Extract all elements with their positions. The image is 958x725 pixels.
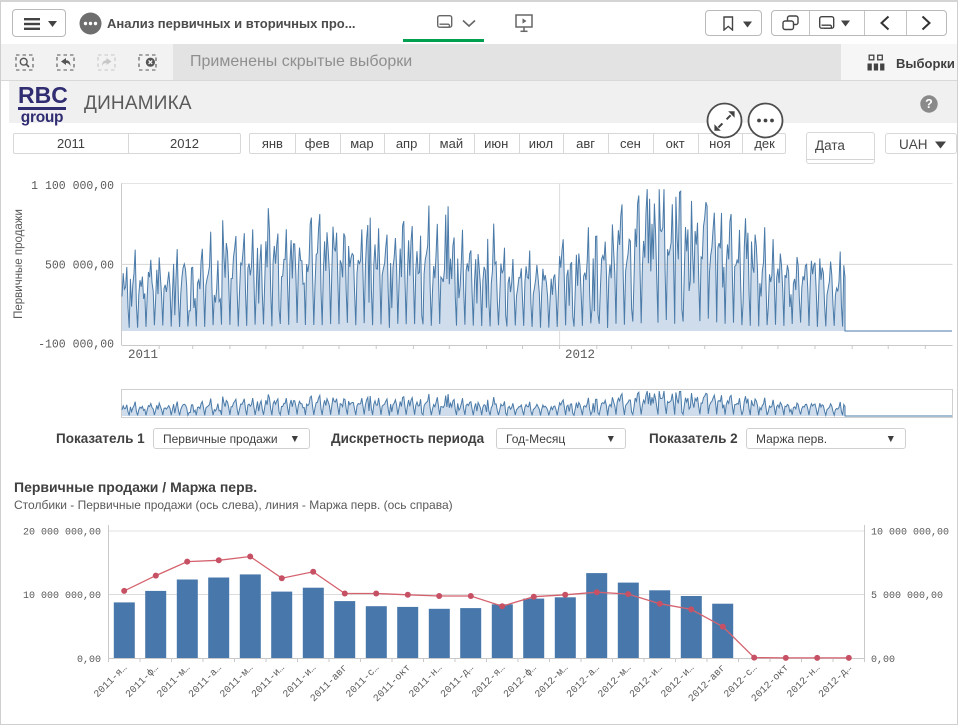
svg-text:2012-н…: 2012-н…: [786, 663, 823, 700]
svg-text:2012-ф…: 2012-ф…: [501, 662, 540, 701]
svg-text:Первичные продажи: Первичные продажи: [13, 209, 25, 319]
svg-text:2012-а…: 2012-а…: [565, 663, 602, 700]
svg-text:2011-ф…: 2011-ф…: [123, 662, 162, 701]
svg-text:2012: 2012: [565, 348, 595, 362]
svg-text:2011-а…: 2011-а…: [187, 663, 224, 700]
svg-text:500 000,00: 500 000,00: [45, 259, 114, 272]
svg-text:2011: 2011: [128, 348, 158, 362]
svg-text:2012-я…: 2012-я…: [471, 663, 508, 700]
svg-text:2012-д…: 2012-д…: [817, 663, 854, 700]
svg-text:1 100 000,00: 1 100 000,00: [31, 180, 114, 193]
svg-text:5 000 000,00: 5 000 000,00: [871, 591, 943, 602]
svg-text:?: ?: [925, 97, 933, 111]
svg-text:20 000 000,00: 20 000 000,00: [23, 528, 101, 539]
svg-text:2011-н…: 2011-н…: [408, 663, 445, 700]
svg-text:2012-м…: 2012-м…: [597, 663, 634, 700]
svg-text:-100 000,00: -100 000,00: [38, 339, 114, 352]
svg-text:2011-д…: 2011-д…: [439, 663, 476, 700]
svg-text:2012-и…: 2012-и…: [628, 663, 665, 700]
svg-text:0,00: 0,00: [77, 655, 101, 666]
svg-text:10 000 000,00: 10 000 000,00: [871, 528, 949, 539]
svg-text:2011-и…: 2011-и…: [250, 663, 287, 700]
svg-text:0,00: 0,00: [871, 655, 895, 666]
svg-text:2012-м…: 2012-м…: [534, 663, 571, 700]
svg-text:2011-м…: 2011-м…: [219, 663, 256, 700]
svg-text:2011-я…: 2011-я…: [93, 663, 130, 700]
svg-text:2011-м…: 2011-м…: [156, 663, 193, 700]
svg-text:10 000 000,00: 10 000 000,00: [23, 591, 101, 602]
